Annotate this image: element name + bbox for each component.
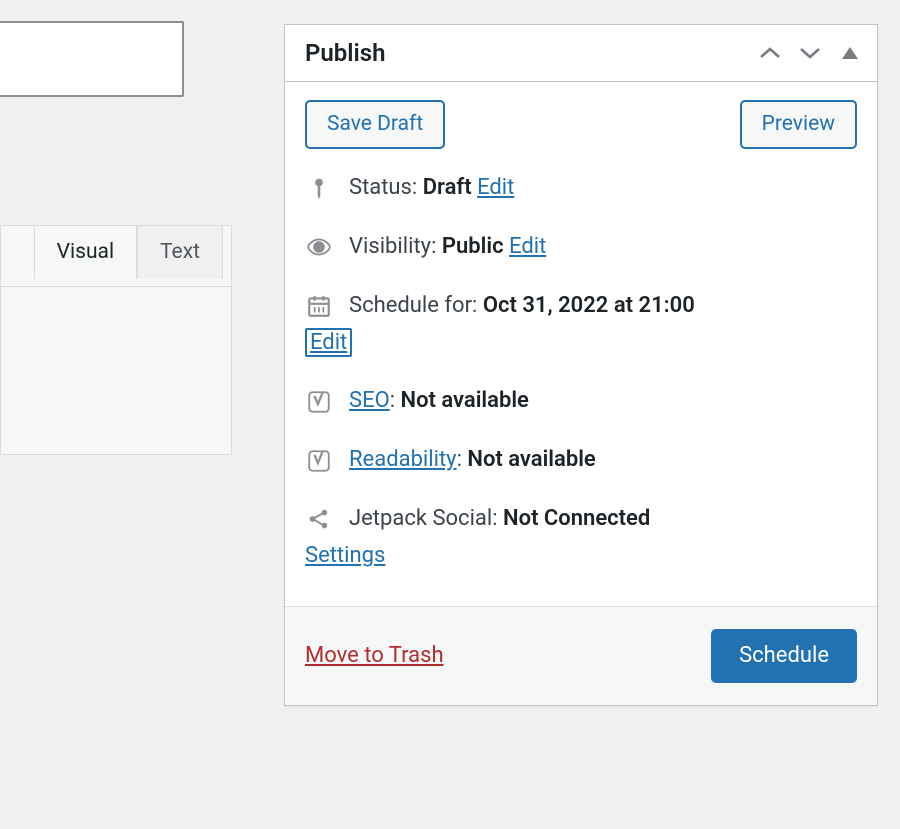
tab-text[interactable]: Text [137,225,223,279]
publish-metabox: Publish Save Draft Preview St [284,24,878,706]
jetpack-label: Jetpack Social: [349,506,498,531]
seo-sep: : [390,388,401,413]
schedule-row: Schedule for: Oct 31, 2022 at 21:00 [305,291,857,322]
schedule-button[interactable]: Schedule [711,629,857,683]
yoast-icon [305,447,333,475]
tab-visual[interactable]: Visual [34,225,137,279]
readability-link[interactable]: Readability [349,447,457,472]
visibility-label: Visibility: [349,234,436,259]
jetpack-value: Not Connected [503,506,650,531]
preview-button[interactable]: Preview [740,100,857,149]
status-row: Status: Draft Edit [305,173,857,204]
editor-panel: Visual Text [0,225,232,455]
title-input-stub[interactable] [0,21,184,97]
editor-body[interactable] [1,286,231,287]
readability-value: Not available [467,447,595,472]
status-label: Status: [349,175,417,200]
status-value: Draft [423,175,472,200]
seo-link[interactable]: SEO [349,388,390,413]
jetpack-row: Jetpack Social: Not Connected [305,504,857,535]
calendar-icon [305,292,333,320]
seo-row: SEO: Not available [305,386,857,417]
seo-value: Not available [401,388,529,413]
schedule-value: Oct 31, 2022 at 21:00 [483,293,695,318]
save-draft-button[interactable]: Save Draft [305,100,445,149]
schedule-label: Schedule for: [349,293,477,318]
yoast-icon [305,388,333,416]
pin-icon [305,175,333,203]
major-actions: Move to Trash Schedule [285,606,877,705]
visibility-edit-link[interactable]: Edit [509,234,546,259]
move-up-icon[interactable] [757,40,783,66]
eye-icon [305,233,333,261]
metabox-header: Publish [285,25,877,82]
readability-row: Readability: Not available [305,445,857,476]
metabox-title: Publish [305,39,757,67]
jetpack-settings-link[interactable]: Settings [305,543,385,568]
toggle-panel-icon[interactable] [837,40,863,66]
schedule-edit-link[interactable]: Edit [305,328,352,357]
move-to-trash-link[interactable]: Move to Trash [305,643,444,668]
visibility-row: Visibility: Public Edit [305,232,857,263]
share-icon [305,505,333,533]
status-edit-link[interactable]: Edit [477,175,514,200]
move-down-icon[interactable] [797,40,823,66]
readability-sep: : [457,447,468,472]
visibility-value: Public [442,234,504,259]
